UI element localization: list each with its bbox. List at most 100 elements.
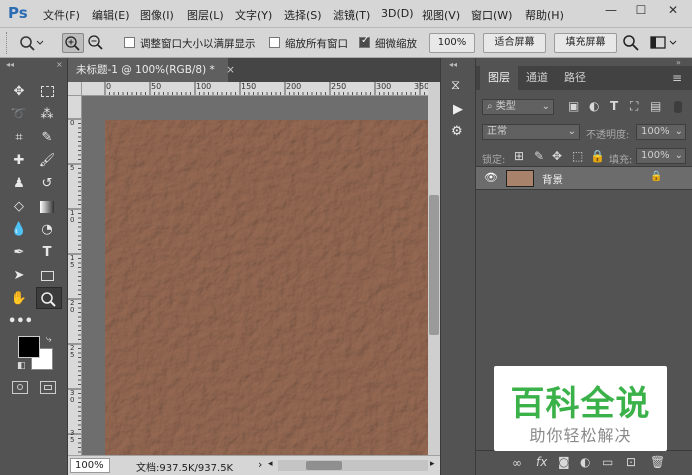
link-layers-icon[interactable]: ∞ (512, 456, 522, 470)
lock-position-icon[interactable]: ✥ (552, 149, 562, 163)
vertical-scroll-thumb[interactable] (429, 195, 439, 335)
type-tool-icon[interactable]: T (36, 243, 58, 263)
more-tools-icon[interactable]: ••• (8, 312, 33, 332)
zoom-tool-preset-icon[interactable] (18, 34, 44, 52)
filter-shape-icon[interactable]: ⛶ (630, 99, 638, 114)
strip-collapse-icon[interactable]: ◂◂ (449, 60, 457, 69)
add-mask-icon[interactable]: ◙ (558, 455, 570, 469)
menu-select[interactable]: 选择(S) (284, 7, 322, 23)
brush-tool-icon[interactable]: 🖌 (36, 151, 58, 171)
path-selection-icon[interactable]: ➤ (8, 266, 30, 286)
menu-image[interactable]: 图像(I) (140, 7, 174, 23)
adjustment-layer-icon[interactable]: ◐ (580, 455, 590, 469)
zoom-out-button[interactable] (86, 33, 108, 53)
horizontal-scroll-thumb[interactable] (306, 461, 342, 470)
screen-mode-icon[interactable] (40, 381, 56, 394)
lock-artboard-icon[interactable]: ⬚ (572, 149, 583, 163)
close-button[interactable]: ✕ (658, 0, 688, 22)
menu-window[interactable]: 窗口(W) (471, 7, 512, 23)
document-tab[interactable]: 未标题-1 @ 100%(RGB/8) * × (68, 58, 235, 82)
scrubby-zoom-checkbox[interactable] (359, 35, 370, 48)
rectangle-tool-icon[interactable] (36, 266, 58, 286)
actions-play-icon[interactable]: ▶ (453, 102, 463, 117)
layer-row-background[interactable]: 👁 背景 🔒 (476, 166, 692, 190)
filter-kind-select[interactable]: ⌕ 类型 ⌄ (482, 99, 554, 115)
magic-wand-icon[interactable]: ⁂ (36, 105, 58, 125)
new-layer-icon[interactable]: ⊡ (626, 455, 636, 469)
zoom-tool-icon[interactable] (36, 287, 62, 309)
filter-toggle[interactable] (674, 101, 682, 113)
history-brush-icon[interactable]: ↺ (36, 174, 58, 194)
filter-type-icon[interactable]: T (610, 99, 618, 113)
scroll-right-icon[interactable]: ▸ (430, 459, 435, 469)
pen-tool-icon[interactable]: ✒ (8, 243, 30, 263)
dodge-tool-icon[interactable]: ◔ (36, 220, 58, 240)
opacity-field[interactable]: 100% ⌄ (636, 124, 686, 140)
zoom-all-windows-checkbox[interactable] (269, 37, 280, 48)
ruler-origin[interactable] (68, 82, 82, 96)
close-tab-icon[interactable]: × (226, 64, 235, 76)
horizontal-scrollbar[interactable] (278, 460, 428, 471)
move-tool-icon[interactable]: ✥ (8, 82, 30, 102)
filter-pixel-icon[interactable]: ▣ (568, 99, 579, 113)
lock-image-icon[interactable]: ✎ (534, 149, 544, 163)
menu-file[interactable]: 文件(F) (43, 7, 80, 23)
scroll-left-icon[interactable]: ◂ (268, 459, 273, 469)
vertical-ruler[interactable]: 0 5 1 0 1 5 2 0 2 5 3 0 3 5 (68, 96, 82, 455)
search-icon[interactable] (622, 34, 640, 52)
quick-mask-icon[interactable] (12, 381, 28, 394)
minimize-button[interactable]: — (596, 0, 626, 22)
tab-layers[interactable]: 图层 (480, 66, 518, 90)
properties-panel-icon[interactable]: ⚙ (451, 124, 463, 139)
menu-3d[interactable]: 3D(D) (381, 7, 414, 20)
layer-style-fx-icon[interactable]: fx (536, 455, 547, 469)
lock-all-icon[interactable]: 🔒 (590, 149, 605, 163)
healing-brush-icon[interactable]: ✚ (8, 151, 30, 171)
fill-screen-button[interactable]: 填充屏幕 (554, 33, 617, 53)
workspace-switcher-icon[interactable] (650, 35, 680, 51)
layer-name[interactable]: 背景 (542, 172, 563, 187)
tab-paths[interactable]: 路径 (556, 66, 594, 90)
actual-pixels-button[interactable]: 100% (429, 33, 475, 53)
new-group-icon[interactable]: ▭ (602, 455, 613, 469)
tools-collapse-icon[interactable]: ◂◂ (6, 60, 14, 69)
filter-smart-object-icon[interactable]: ▤ (650, 99, 661, 113)
gradient-tool-icon[interactable] (36, 197, 58, 217)
fit-screen-button[interactable]: 适合屏幕 (483, 33, 546, 53)
grip-handle[interactable] (6, 32, 8, 54)
blend-mode-select[interactable]: 正常 ⌄ (482, 124, 580, 140)
crop-tool-icon[interactable]: ⌗ (8, 128, 30, 148)
default-colors-icon[interactable]: ◧ (17, 361, 26, 371)
foreground-color-swatch[interactable] (18, 336, 40, 358)
resize-windows-checkbox[interactable] (124, 37, 135, 48)
eyedropper-icon[interactable]: ✎ (36, 128, 58, 148)
tools-close-icon[interactable]: × (56, 60, 63, 69)
menu-filter[interactable]: 滤镜(T) (333, 7, 370, 23)
document-canvas[interactable] (105, 120, 428, 455)
panel-menu-icon[interactable]: ≡ (672, 71, 682, 85)
blur-tool-icon[interactable]: 💧 (8, 220, 30, 240)
swap-colors-icon[interactable]: ⤷ (46, 334, 52, 345)
history-panel-icon[interactable]: ⧖ (451, 78, 460, 93)
horizontal-ruler[interactable]: 0 50 100 150 200 250 300 350 (82, 82, 428, 96)
menu-edit[interactable]: 编辑(E) (92, 7, 130, 23)
fill-field[interactable]: 100% ⌄ (636, 148, 686, 164)
delete-layer-icon[interactable]: 🗑 (650, 455, 665, 469)
zoom-level-field[interactable]: 100% (70, 458, 110, 473)
menu-view[interactable]: 视图(V) (422, 7, 460, 23)
hand-tool-icon[interactable]: ✋ (8, 289, 30, 309)
maximize-button[interactable]: ☐ (626, 0, 656, 22)
visibility-eye-icon[interactable]: 👁 (484, 171, 498, 184)
eraser-icon[interactable]: ◇ (8, 197, 30, 217)
menu-layer[interactable]: 图层(L) (187, 7, 224, 23)
menu-help[interactable]: 帮助(H) (525, 7, 564, 23)
lasso-tool-icon[interactable]: ➰ (8, 105, 30, 125)
filter-adjustment-icon[interactable]: ◐ (589, 99, 599, 113)
menu-type[interactable]: 文字(Y) (235, 7, 272, 23)
marquee-tool-icon[interactable] (36, 82, 58, 102)
tab-channels[interactable]: 通道 (518, 66, 556, 90)
lock-transparent-icon[interactable]: ⊞ (514, 149, 524, 163)
clone-stamp-icon[interactable]: ♟ (8, 174, 30, 194)
status-menu-arrow-icon[interactable]: › (258, 458, 262, 471)
zoom-in-button[interactable] (62, 33, 84, 53)
